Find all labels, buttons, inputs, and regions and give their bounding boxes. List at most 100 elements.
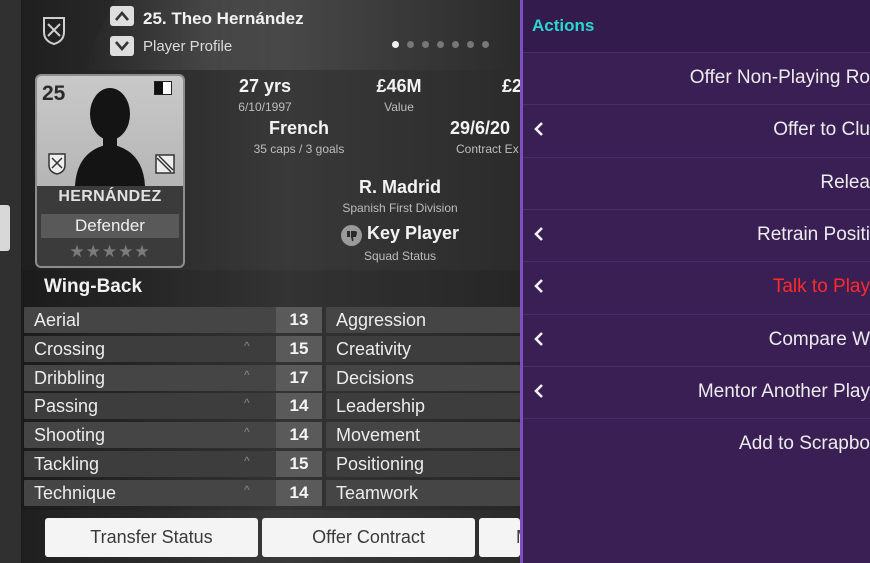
page-dot[interactable] <box>467 41 474 48</box>
attribute-name: Tackling <box>34 454 100 474</box>
attribute-name: Teamwork <box>336 482 419 503</box>
action-label: Compare W <box>768 328 870 350</box>
attribute-value: 14 <box>276 422 322 449</box>
attribute-name: Positioning <box>336 454 425 474</box>
action-item[interactable]: Add to Scrapbo <box>523 418 870 470</box>
page-dot[interactable] <box>452 41 459 48</box>
player-position: Defender <box>41 214 179 238</box>
caret-up-icon: ^ <box>244 425 250 440</box>
player-value: £46M <box>376 76 422 96</box>
player-profile-panel: 25. Theo Hernández Player Profile 25 HER… <box>0 0 520 563</box>
attribute-name: Dribbling <box>34 367 106 388</box>
attribute-name: Aggression <box>336 310 427 330</box>
action-item[interactable]: Compare W <box>523 313 870 366</box>
attribute-name: Passing <box>34 396 99 417</box>
next-player-button[interactable] <box>110 36 134 56</box>
chevron-left-icon <box>534 279 543 294</box>
page-subtitle: Player Profile <box>143 38 233 55</box>
attribute-name: Shooting <box>34 425 106 446</box>
attribute-value: 13 <box>276 307 322 333</box>
more-button[interactable]: M <box>479 518 520 557</box>
page-dot[interactable] <box>407 41 414 48</box>
attribute-name: Creativity <box>336 338 412 359</box>
caret-up-icon: ^ <box>244 454 250 468</box>
attribute-value: 15 <box>276 451 322 477</box>
attribute-name: Leadership <box>336 396 426 417</box>
date-of-birth: 6/10/1997 <box>238 100 292 114</box>
attribute-row: Passing ^ 14 Leadership <box>24 393 520 420</box>
page-dot[interactable] <box>437 41 444 48</box>
attribute-row: Crossing ^ 15 Creativity <box>24 335 520 362</box>
attribute-value: 14 <box>276 479 322 506</box>
attribute-row: Shooting ^ 14 Movement <box>24 422 520 449</box>
squad-number: 25 <box>42 82 66 105</box>
player-value-label: Value <box>384 100 414 114</box>
action-item[interactable]: Offer Non-Playing Ro <box>523 52 870 104</box>
chevron-left-icon <box>534 383 543 398</box>
club-crest-icon <box>43 17 65 46</box>
action-item[interactable]: Offer to Clu <box>523 104 870 156</box>
attribute-value: 14 <box>276 393 322 420</box>
action-label: Retrain Positi <box>757 223 870 245</box>
action-label: Mentor Another Play <box>697 380 870 402</box>
action-label: Offer to Clu <box>773 119 870 141</box>
action-item[interactable]: Retrain Positi <box>523 208 870 261</box>
attribute-value: 17 <box>276 364 322 391</box>
page-dot[interactable] <box>422 41 429 48</box>
page-title: 25. Theo Hernández <box>143 9 304 28</box>
league-name: Spanish First Division <box>342 201 458 215</box>
action-label: Relea <box>820 171 870 193</box>
actions-header: Actions <box>523 0 870 52</box>
action-item[interactable]: Relea <box>523 156 870 209</box>
chevron-left-icon <box>534 331 543 346</box>
player-wage: £2 <box>502 76 520 96</box>
attribute-value: 15 <box>276 335 322 362</box>
chevron-down-icon <box>115 41 129 51</box>
player-role: Wing-Back <box>44 276 143 297</box>
chevron-up-icon <box>115 11 129 21</box>
actions-title: Actions <box>532 16 595 35</box>
player-card: 25 HERNÁNDEZ Defender ★★★★★ <box>35 74 185 268</box>
attribute-row: Tackling ^ 15 Positioning <box>24 451 520 477</box>
attribute-name: Aerial <box>34 310 81 330</box>
squad-status: Key Player <box>367 223 460 243</box>
squad-status-label: Squad Status <box>363 249 437 263</box>
action-item[interactable]: Talk to Play <box>523 261 870 313</box>
thumb-down-icon <box>341 225 362 246</box>
action-label: Offer Non-Playing Ro <box>689 67 870 88</box>
nation-badge-icon <box>155 154 175 174</box>
chevron-left-icon <box>534 226 543 241</box>
page-indicator-dots[interactable] <box>392 41 489 48</box>
chevron-left-icon <box>534 122 543 137</box>
player-silhouette-icon <box>75 88 145 186</box>
action-label: Talk to Play <box>772 276 870 298</box>
page-dot[interactable] <box>482 41 489 48</box>
action-label: Add to Scrapbo <box>739 433 870 455</box>
player-age: 27 yrs <box>238 76 292 96</box>
international-caps: 35 caps / 3 goals <box>253 142 345 156</box>
attribute-name: Decisions <box>336 367 415 388</box>
attribute-name: Crossing <box>34 338 106 359</box>
player-surname: HERNÁNDEZ <box>58 188 162 205</box>
caret-up-icon: ^ <box>244 482 250 497</box>
player-ability-stars: ★★★★★ <box>69 242 151 261</box>
offer-contract-button[interactable]: Offer Contract <box>262 518 475 557</box>
contract-expiry-label: Contract Ex <box>456 142 519 156</box>
actions-panel: Actions Offer Non-Playing Ro Offer to Clu… <box>520 0 870 563</box>
attribute-row: Aerial 13 Aggression <box>24 307 520 333</box>
action-item[interactable]: Mentor Another Play <box>523 365 870 418</box>
club-badge-icon <box>48 153 66 175</box>
previous-player-button[interactable] <box>110 6 134 26</box>
transfer-status-button[interactable]: Transfer Status <box>45 518 258 557</box>
attribute-row: Technique ^ 14 Teamwork <box>24 479 520 506</box>
attribute-name: Technique <box>34 482 117 503</box>
nationality: French <box>268 118 329 138</box>
club-name[interactable]: R. Madrid <box>320 177 480 198</box>
sidebar-tab[interactable] <box>0 205 10 251</box>
nation-flag-icon <box>154 81 172 95</box>
page-dot[interactable] <box>392 41 399 48</box>
caret-up-icon: ^ <box>244 367 250 382</box>
contract-expiry: 29/6/20 <box>450 118 511 138</box>
attribute-row: Dribbling ^ 17 Decisions <box>24 364 520 391</box>
attribute-name: Movement <box>336 425 421 446</box>
